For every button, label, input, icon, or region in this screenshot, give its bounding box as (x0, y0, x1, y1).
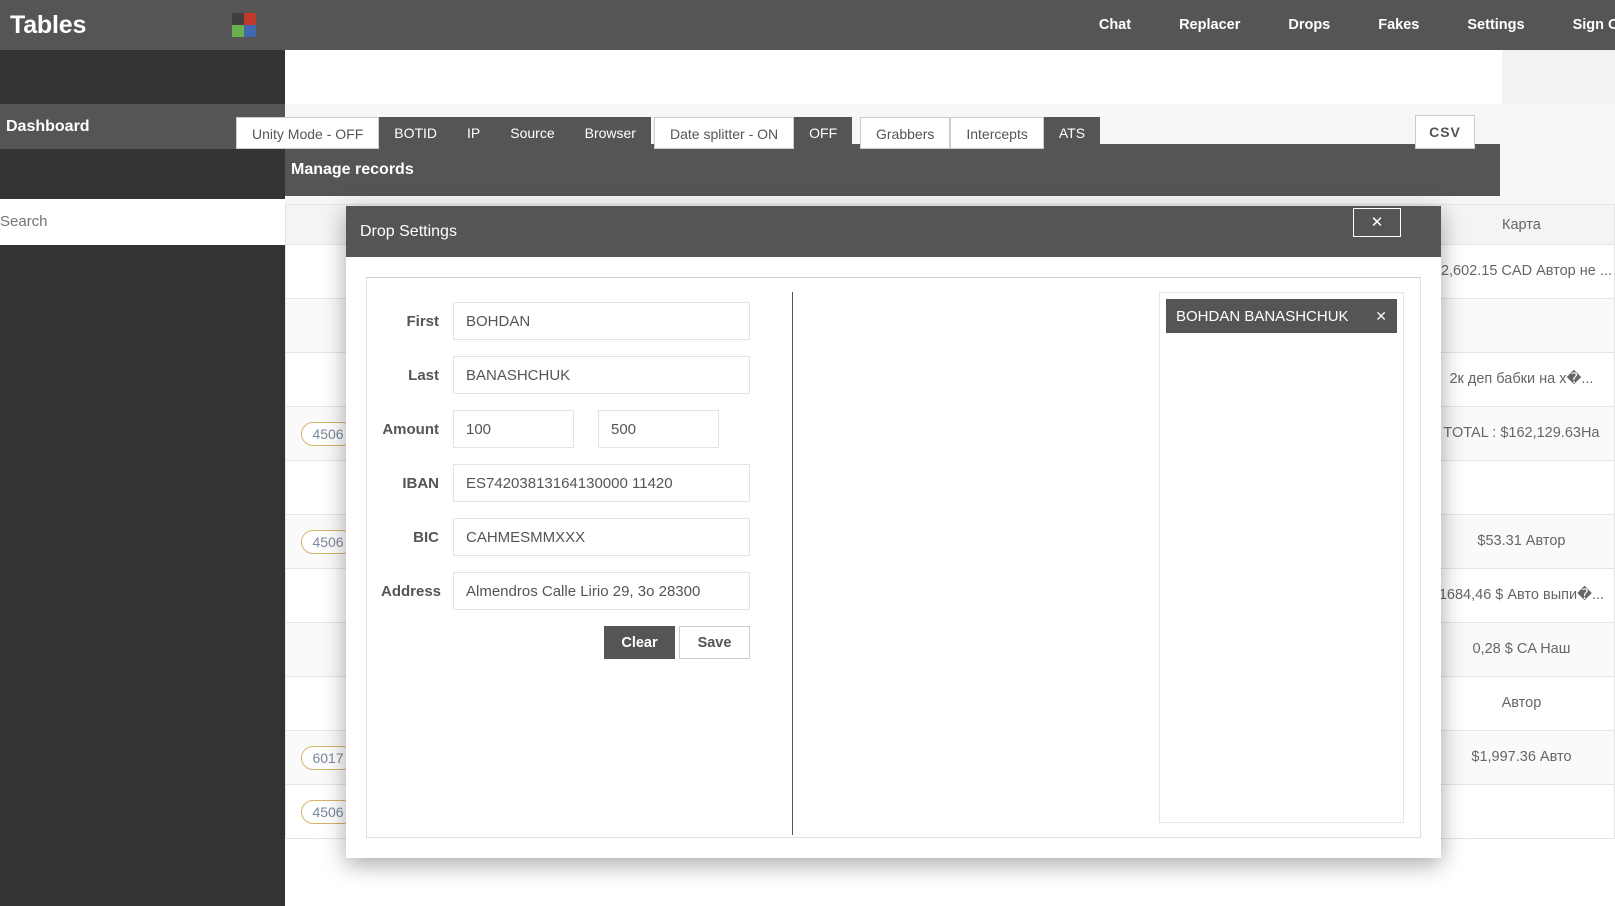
modal-spacer (793, 278, 1159, 837)
field-row-last: Last (381, 356, 792, 394)
btn-date-splitter-off[interactable]: OFF (794, 117, 852, 149)
field-row-bic: BIC (381, 518, 792, 556)
modal-body: First Last Amount IBAN BIC (346, 257, 1441, 858)
btn-date-splitter[interactable]: Date splitter - ON (654, 117, 794, 149)
save-button[interactable]: Save (679, 626, 750, 659)
drop-form: First Last Amount IBAN BIC (367, 278, 792, 837)
field-row-amount: Amount (381, 410, 792, 448)
logo-tile-1 (232, 13, 244, 25)
modal-title: Drop Settings (346, 206, 1441, 257)
app-logo-icon (232, 13, 256, 37)
label-address: Address (381, 583, 453, 600)
nav-item-fakes[interactable]: Fakes (1354, 0, 1443, 50)
btn-ats[interactable]: ATS (1044, 117, 1100, 149)
cell-karta: 2к деп бабки на х�... (1428, 353, 1614, 407)
iban-input[interactable] (453, 464, 750, 502)
cell-karta: $53.31 Автор (1428, 515, 1614, 569)
logo-tile-3 (232, 25, 244, 37)
address-input[interactable] (453, 572, 750, 610)
cell-karta: Автор (1428, 677, 1614, 731)
btn-botid[interactable]: BOTID (379, 117, 452, 149)
close-icon[interactable]: ✕ (1353, 208, 1401, 237)
logo-tile-2 (244, 13, 256, 25)
search-input[interactable] (0, 199, 285, 245)
col-7: Карта (1428, 205, 1614, 245)
field-row-address: Address (381, 572, 792, 610)
toolbar-left-block (0, 50, 285, 104)
cell-karta: 0,28 $ CA Наш (1428, 623, 1614, 677)
brand-title: Tables (10, 11, 86, 40)
cell-karta (1428, 299, 1614, 353)
nav-item-chat[interactable]: Chat (1075, 0, 1155, 50)
btn-grabbers[interactable]: Grabbers (860, 117, 950, 149)
label-last: Last (381, 367, 453, 384)
field-row-iban: IBAN (381, 464, 792, 502)
sidebar-gap (0, 149, 285, 199)
toolbar: Unity Mode - OFF BOTID IP Source Browser… (0, 50, 1615, 104)
clear-button[interactable]: Clear (604, 626, 675, 659)
toolbar-group-filters: Unity Mode - OFF BOTID IP Source Browser (236, 117, 651, 149)
nav-item-drops[interactable]: Drops (1264, 0, 1354, 50)
drops-list: BOHDAN BANASHCHUK ✕ (1159, 292, 1404, 823)
modal-header: Drop Settings ✕ (346, 206, 1441, 257)
label-amount: Amount (381, 421, 453, 438)
field-row-first: First (381, 302, 792, 340)
nav-links: Chat Replacer Drops Fakes Settings Sign … (1075, 0, 1615, 50)
toolbar-right-block (1502, 50, 1615, 104)
toolbar-group-modes: Grabbers Intercepts ATS (860, 117, 1100, 149)
cell-karta (1428, 785, 1614, 839)
first-name-input[interactable] (453, 302, 750, 340)
cell-karta: TOTAL : $162,129.63Ha (1428, 407, 1614, 461)
cell-karta: $2,602.15 CAD Автор не ... (1428, 245, 1614, 299)
toolbar-group-datesplitter: Date splitter - ON OFF (654, 117, 852, 149)
last-name-input[interactable] (453, 356, 750, 394)
sidebar: Dashboard (0, 104, 285, 906)
amount-max-input[interactable] (598, 410, 719, 448)
cell-karta: $1,997.36 Авто (1428, 731, 1614, 785)
label-iban: IBAN (381, 475, 453, 492)
csv-export-button[interactable]: CSV (1415, 115, 1475, 149)
btn-intercepts[interactable]: Intercepts (950, 117, 1043, 149)
btn-browser[interactable]: Browser (570, 117, 651, 149)
amount-min-input[interactable] (453, 410, 574, 448)
btn-source[interactable]: Source (495, 117, 569, 149)
top-navbar: Tables Chat Replacer Drops Fakes Setting… (0, 0, 1615, 50)
label-bic: BIC (381, 529, 453, 546)
btn-ip[interactable]: IP (452, 117, 495, 149)
drop-settings-modal: Drop Settings ✕ First Last Amount (346, 206, 1441, 858)
nav-item-replacer[interactable]: Replacer (1155, 0, 1264, 50)
list-item[interactable]: BOHDAN BANASHCHUK ✕ (1166, 299, 1397, 333)
modal-inner-panel: First Last Amount IBAN BIC (366, 277, 1421, 838)
nav-item-sign-out[interactable]: Sign Out (1549, 0, 1615, 50)
cell-karta: 1684,46 $ Авто выпи�... (1428, 569, 1614, 623)
nav-item-settings[interactable]: Settings (1443, 0, 1548, 50)
btn-unity-mode[interactable]: Unity Mode - OFF (236, 117, 379, 149)
bic-input[interactable] (453, 518, 750, 556)
panel-title: Manage records (285, 144, 1500, 196)
remove-icon[interactable]: ✕ (1375, 308, 1387, 325)
form-actions: Clear Save (381, 626, 750, 659)
label-first: First (381, 313, 453, 330)
cell-karta (1428, 461, 1614, 515)
list-item-label: BOHDAN BANASHCHUK (1176, 308, 1349, 325)
logo-tile-4 (244, 25, 256, 37)
